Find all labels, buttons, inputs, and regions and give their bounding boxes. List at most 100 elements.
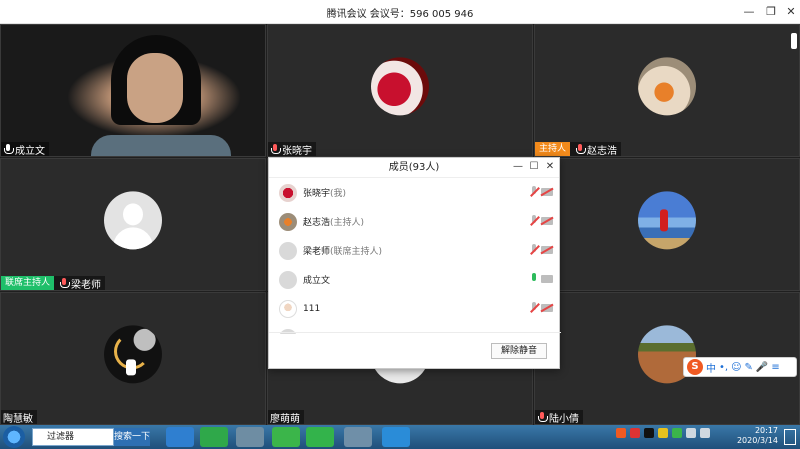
unmute-all-button[interactable]: 解除静音 [491, 343, 547, 359]
wechat-icon[interactable] [306, 427, 334, 447]
member-row[interactable]: 张晓宇 (我) [269, 178, 561, 207]
microphone-muted-icon[interactable] [529, 215, 539, 227]
sogou-logo-icon[interactable]: S [687, 359, 703, 375]
camera-off-icon[interactable] [541, 217, 553, 225]
start-button[interactable] [3, 426, 25, 448]
member-name: 成立文 [303, 276, 331, 286]
video-tile[interactable]: 张晓宇 [267, 24, 533, 157]
member-avatar [279, 212, 297, 231]
participant-nameplate: 联席主持人 梁老师 [1, 276, 106, 291]
meeting-app: 腾讯会议 会议号：596 005 946 — ❐ ✕ 成立文 张晓宇 主持人 赵… [0, 0, 800, 449]
participant-name: 陶慧敏 [3, 413, 33, 425]
participant-nameplate: 陆小倩 [535, 410, 583, 424]
clock-time: 20:17 [754, 426, 778, 435]
system-tray [616, 428, 710, 438]
show-desktop-button[interactable] [784, 429, 796, 445]
participant-avatar [104, 324, 162, 383]
microphone-on-icon[interactable] [529, 273, 539, 285]
members-dialog: 成员(93人) — ☐ ✕ 张晓宇 (我) 赵志浩 (主持人) 梁老师 (联席主… [268, 157, 561, 369]
member-role-note: (我) [330, 189, 347, 199]
participant-avatar [371, 56, 429, 115]
member-row[interactable]: 赵志浩 (主持人) [269, 207, 561, 236]
dialog-close-button[interactable]: ✕ [543, 160, 557, 174]
member-row[interactable]: 梁老师 (联席主持人) [269, 236, 561, 265]
ime-mode-toggle[interactable]: 中 [706, 360, 716, 375]
member-name: 张晓宇 [303, 189, 331, 199]
ie-browser-icon[interactable] [166, 427, 194, 447]
taskbar: 过滤器 搜索一下 20:17 2020/3/14 [0, 425, 800, 449]
pen-icon[interactable]: ✎ [745, 362, 753, 373]
participant-name: 廖萌萌 [270, 413, 300, 425]
app-tray-icon[interactable] [672, 428, 682, 438]
host-badge: 主持人 [535, 142, 571, 156]
microphone-muted-icon[interactable] [529, 244, 539, 256]
video-tile[interactable]: 陶慧敏 [0, 292, 266, 425]
shield-tray-icon[interactable] [658, 428, 668, 438]
microphone-icon [3, 144, 14, 154]
emoji-icon[interactable]: ☺ [731, 362, 741, 373]
ime-toolbar[interactable]: S 中 •, ☺ ✎ 🎤 ≡ [683, 357, 797, 377]
sogou-tray-icon[interactable] [616, 428, 626, 438]
member-row[interactable]: 111 [269, 294, 561, 323]
taskbar-search-button[interactable]: 搜索一下 [114, 428, 150, 446]
photo-app-icon[interactable] [344, 427, 372, 447]
member-avatar [279, 183, 297, 202]
members-dialog-footer: 解除静音 [269, 332, 561, 368]
video-tile[interactable]: 成立文 [0, 24, 266, 157]
member-row[interactable]: 成立文 [269, 265, 561, 294]
computer-app-icon[interactable] [236, 427, 264, 447]
browser-app-icon[interactable] [200, 427, 228, 447]
microphone-muted-icon[interactable] [529, 186, 539, 198]
member-list[interactable]: 张晓宇 (我) 赵志浩 (主持人) 梁老师 (联席主持人) 成立文 111 [269, 178, 561, 334]
camera-off-icon[interactable] [541, 246, 553, 254]
punctuation-icon[interactable]: •, [719, 362, 728, 373]
voice-icon[interactable]: 🎤 [756, 362, 768, 373]
volume-tray-icon[interactable] [700, 428, 710, 438]
camera-icon[interactable] [541, 275, 553, 283]
microphone-muted-icon [59, 278, 71, 288]
participant-nameplate: 廖萌萌 [268, 410, 304, 424]
microphone-muted-icon[interactable] [529, 302, 539, 314]
tencent-meeting-icon[interactable] [382, 427, 410, 447]
video-tile[interactable] [534, 158, 800, 291]
menu-icon[interactable]: ≡ [771, 362, 779, 373]
member-avatar [279, 270, 297, 289]
qq-tray-icon[interactable] [644, 428, 654, 438]
participant-name: 张晓宇 [282, 145, 312, 157]
dialog-maximize-button[interactable]: ☐ [527, 160, 541, 174]
camera-off-icon[interactable] [541, 188, 553, 196]
scrollbar-thumb[interactable] [791, 33, 797, 49]
microphone-muted-icon [537, 412, 548, 422]
chat-app-icon[interactable] [272, 427, 300, 447]
microphone-muted-icon [575, 144, 587, 154]
security-tray-icon[interactable] [630, 428, 640, 438]
camera-off-icon[interactable] [541, 304, 553, 312]
taskbar-search-input[interactable]: 过滤器 [32, 428, 114, 446]
member-role-note: (主持人) [330, 218, 365, 228]
member-name: 梁老师 [303, 247, 331, 257]
participant-name: 成立文 [15, 145, 45, 157]
participant-name: 陆小倩 [549, 413, 579, 425]
clock-date: 2020/3/14 [736, 436, 778, 445]
member-name: 111 [303, 303, 321, 314]
microphone-muted-icon [270, 144, 281, 154]
dialog-minimize-button[interactable]: — [511, 160, 525, 174]
video-tile[interactable]: 联席主持人 梁老师 [0, 158, 266, 291]
title-bar: 腾讯会议 会议号：596 005 946 — ❐ ✕ [0, 0, 800, 24]
participant-nameplate: 主持人 赵志浩 [535, 142, 622, 157]
minimize-button[interactable]: — [740, 3, 758, 21]
member-avatar [279, 241, 297, 260]
participant-name: 赵志浩 [587, 145, 618, 157]
system-clock[interactable]: 20:17 2020/3/14 [737, 426, 778, 446]
network-tray-icon[interactable] [686, 428, 696, 438]
participant-nameplate: 成立文 [1, 142, 49, 156]
participant-name: 梁老师 [71, 279, 102, 291]
member-avatar [279, 299, 297, 318]
cohost-badge: 联席主持人 [1, 276, 55, 290]
default-avatar [104, 190, 162, 249]
window-title: 腾讯会议 会议号：596 005 946 [326, 9, 474, 20]
participant-avatar [638, 190, 696, 249]
close-button[interactable]: ✕ [782, 3, 800, 21]
video-tile[interactable]: 主持人 赵志浩 [534, 24, 800, 157]
restore-button[interactable]: ❐ [762, 3, 780, 21]
